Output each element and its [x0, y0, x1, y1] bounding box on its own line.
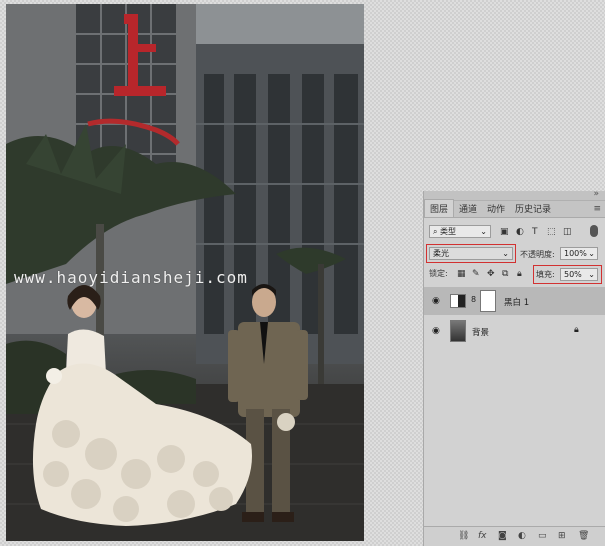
tab-actions[interactable]: 动作 — [482, 200, 510, 217]
chevron-down-icon: ⌄ — [588, 249, 595, 258]
new-adjustment-icon[interactable]: ◐ — [518, 531, 526, 541]
blend-mode-highlight — [426, 244, 516, 263]
filter-kind-select[interactable]: ⌕ 类型 ⌄ — [429, 225, 491, 238]
tab-history[interactable]: 历史记录 — [510, 200, 556, 217]
filter-row: ⌕ 类型 ⌄ ▣ ◐ T ⬚ ◫ — [424, 223, 605, 241]
panel-tabs: 图层 通道 动作 历史记录 ≡ — [424, 199, 605, 218]
layer-name-background[interactable]: 背景 — [472, 326, 489, 338]
lock-pixels-icon[interactable]: ✎ — [472, 269, 480, 279]
lock-transparent-icon[interactable]: ▦ — [457, 269, 466, 279]
collapse-chevrons-icon[interactable]: » — [593, 189, 599, 199]
blend-row: 柔光 ⌄ 不透明度: 100% ⌄ — [424, 244, 605, 263]
panel-menu-icon[interactable]: ≡ — [593, 204, 601, 214]
opacity-field[interactable]: 100% ⌄ — [560, 247, 598, 260]
panel-bottom-bar: ⛓ fx ◙ ◐ ▭ ⊞ 🗑︎ — [424, 526, 605, 546]
mask-thumbnail[interactable] — [480, 290, 496, 312]
trash-icon[interactable]: 🗑︎ — [578, 531, 589, 541]
layer-name-bw[interactable]: 黑白 1 — [504, 296, 529, 308]
new-layer-icon[interactable]: ⊞ — [558, 531, 566, 541]
layer-lock-icon: 🔒︎ — [574, 325, 579, 335]
layers-panel: » 图层 通道 动作 历史记录 ≡ ⌕ 类型 ⌄ ▣ ◐ T ⬚ ◫ 柔光 ⌄ … — [423, 189, 605, 546]
layer-row-bw[interactable]: ◉ 8 黑白 1 — [424, 287, 605, 315]
chevron-down-icon: ⌄ — [480, 227, 487, 236]
background-thumbnail — [450, 320, 466, 342]
lock-all-icon[interactable]: 🔒︎ — [517, 269, 522, 279]
lock-artboard-icon[interactable]: ⧉ — [502, 269, 508, 279]
lock-label: 锁定: — [429, 269, 448, 278]
filter-toggle-icon[interactable] — [590, 225, 598, 237]
add-mask-icon[interactable]: ◙ — [498, 531, 507, 541]
lock-row: 锁定: ▦ ✎ ✥ ⧉ 🔒︎ 填充: 50% ⌄ — [424, 265, 605, 284]
fx-icon[interactable]: fx — [478, 531, 487, 541]
search-icon: ⌕ — [433, 227, 438, 236]
tab-channels[interactable]: 通道 — [454, 200, 482, 217]
filter-kind-value: 类型 — [440, 227, 457, 236]
tab-layers[interactable]: 图层 — [424, 199, 455, 217]
shape-filter-icon[interactable]: ⬚ — [547, 227, 556, 237]
opacity-label: 不透明度: — [520, 250, 555, 259]
visibility-eye-icon[interactable]: ◉ — [432, 326, 440, 336]
wedding-photo: www.haoyidiansheji.com — [6, 4, 364, 541]
layer-row-background[interactable]: ◉ 背景 🔒︎ — [424, 317, 605, 345]
new-group-icon[interactable]: ▭ — [538, 531, 547, 541]
smart-object-filter-icon[interactable]: ◫ — [563, 227, 572, 237]
link-icon[interactable]: 8 — [471, 295, 476, 304]
watermark-text: www.haoyidiansheji.com — [14, 268, 248, 287]
fill-highlight — [533, 265, 602, 284]
visibility-eye-icon[interactable]: ◉ — [432, 296, 440, 306]
adjustment-thumbnail — [450, 294, 466, 308]
adjustment-filter-icon[interactable]: ◐ — [516, 227, 524, 237]
opacity-value: 100% — [564, 249, 587, 258]
image-filter-icon[interactable]: ▣ — [500, 227, 509, 237]
text-filter-icon[interactable]: T — [532, 227, 538, 237]
lock-position-icon[interactable]: ✥ — [487, 269, 495, 279]
link-layers-icon[interactable]: ⛓ — [458, 531, 469, 541]
